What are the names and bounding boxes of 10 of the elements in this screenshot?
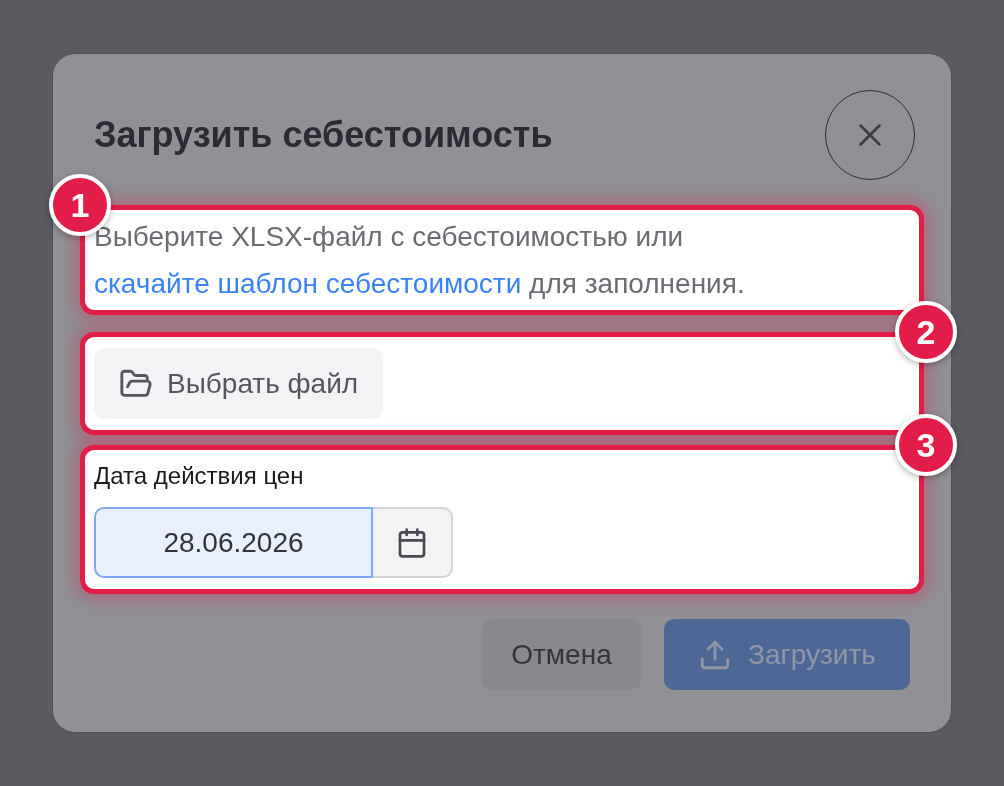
step-badge: 3 [895, 414, 957, 476]
calendar-icon [396, 526, 428, 559]
field-label: Дата действия цен [94, 461, 304, 491]
calendar-button[interactable] [373, 507, 453, 578]
dialog-title: Загрузить себестоимость [94, 113, 553, 157]
cancel-button[interactable]: Отмена [482, 619, 641, 690]
choose-file-button[interactable]: Выбрать файл [94, 348, 384, 419]
date-field[interactable]: 28.06.2026 [94, 507, 373, 578]
step-badge: 2 [895, 301, 957, 363]
template-link[interactable]: скачайте шаблон себестоимости [94, 268, 522, 299]
